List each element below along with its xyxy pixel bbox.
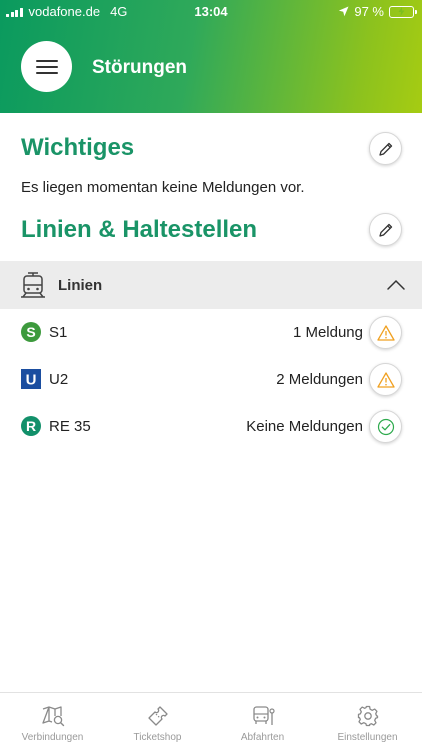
map-search-icon bbox=[41, 704, 65, 728]
app-header: vodafone.de 4G 13:04 97 % Störungen bbox=[0, 0, 422, 113]
location-arrow-icon bbox=[339, 6, 349, 17]
hamburger-menu-icon bbox=[35, 59, 58, 74]
line-status-text: 1 Meldung bbox=[292, 324, 363, 341]
tab-ticketshop[interactable]: Ticketshop bbox=[105, 693, 210, 750]
tab-bar: Verbindungen Ticketshop Abfahrten Einste… bbox=[0, 692, 422, 750]
warning-status-button[interactable] bbox=[369, 316, 402, 349]
tab-label: Einstellungen bbox=[337, 732, 398, 743]
edit-important-button[interactable] bbox=[369, 132, 402, 165]
tab-label: Ticketshop bbox=[133, 732, 182, 743]
important-section-title: Wichtiges bbox=[21, 134, 135, 161]
u-bahn-badge-icon: U bbox=[21, 369, 41, 389]
check-circle-icon bbox=[377, 418, 394, 435]
tab-verbindungen[interactable]: Verbindungen bbox=[0, 693, 105, 750]
line-name: S1 bbox=[49, 324, 68, 341]
warning-triangle-icon bbox=[376, 371, 395, 388]
ok-status-button[interactable] bbox=[369, 410, 402, 443]
u-bahn-badge-letter: U bbox=[26, 372, 37, 389]
pencil-icon bbox=[378, 223, 392, 237]
lines-group-label: Linien bbox=[58, 277, 103, 294]
menu-button[interactable] bbox=[21, 41, 72, 92]
gear-icon bbox=[357, 704, 379, 728]
tab-label: Verbindungen bbox=[21, 732, 84, 743]
lines-group-header[interactable]: Linien bbox=[0, 261, 422, 309]
lines-stops-section-title: Linien & Haltestellen bbox=[21, 216, 258, 243]
important-message: Es liegen momentan keine Meldungen vor. bbox=[21, 179, 305, 196]
line-name: RE 35 bbox=[49, 418, 91, 435]
tab-label: Abfahrten bbox=[240, 732, 285, 743]
s-bahn-badge-letter: S bbox=[26, 324, 35, 340]
regional-badge-icon: R bbox=[21, 416, 41, 436]
chevron-up-icon[interactable] bbox=[386, 278, 406, 296]
regional-badge-letter: R bbox=[26, 418, 36, 434]
tram-icon bbox=[20, 271, 46, 304]
tab-einstellungen[interactable]: Einstellungen bbox=[315, 693, 420, 750]
warning-status-button[interactable] bbox=[369, 363, 402, 396]
edit-lines-stops-button[interactable] bbox=[369, 213, 402, 246]
bus-stop-icon bbox=[251, 704, 275, 728]
tab-abfahrten[interactable]: Abfahrten bbox=[210, 693, 315, 750]
s-bahn-badge-icon: S bbox=[21, 322, 41, 342]
status-bar: vodafone.de 4G 13:04 97 % bbox=[0, 0, 422, 22]
line-row-s1[interactable]: S S1 1 Meldung bbox=[0, 310, 422, 356]
line-row-u2[interactable]: U U2 2 Meldungen bbox=[0, 357, 422, 403]
pencil-icon bbox=[378, 142, 392, 156]
line-status-text: Keine Meldungen bbox=[246, 418, 363, 435]
ticket-icon bbox=[147, 704, 169, 728]
line-status-text: 2 Meldungen bbox=[276, 371, 363, 388]
line-name: U2 bbox=[49, 371, 69, 388]
warning-triangle-icon bbox=[376, 324, 395, 341]
page-title: Störungen bbox=[92, 57, 187, 78]
line-row-re35[interactable]: R RE 35 Keine Meldungen bbox=[0, 404, 422, 450]
battery-percent: 97 % bbox=[354, 4, 384, 19]
battery-icon bbox=[389, 5, 417, 18]
